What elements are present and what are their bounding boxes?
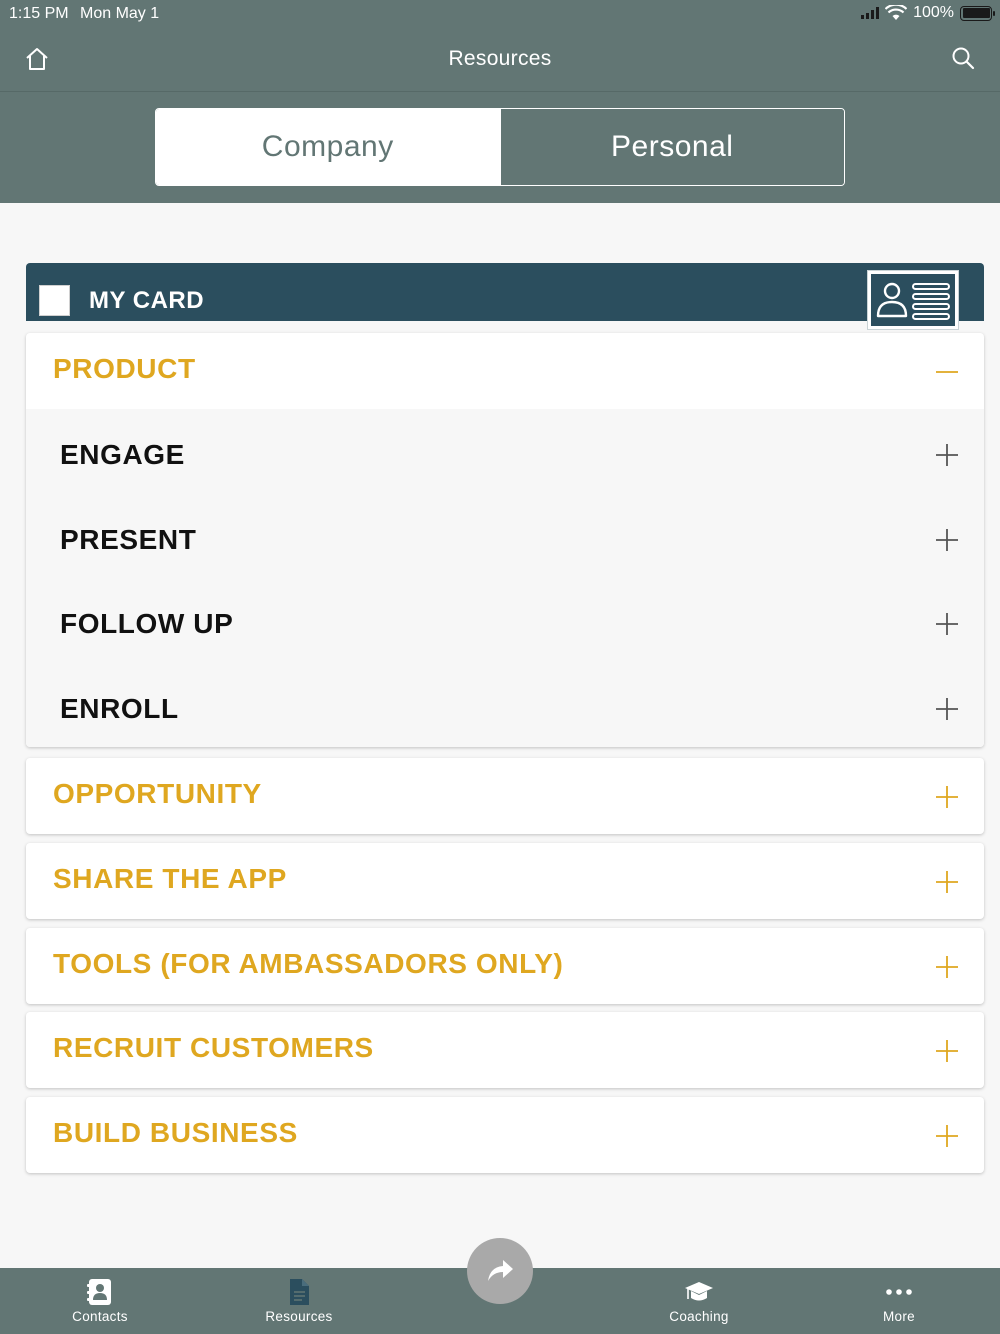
sub-item-enroll[interactable]: ENROLL bbox=[26, 663, 984, 748]
tab-coaching[interactable]: Coaching bbox=[619, 1268, 779, 1334]
accordion-product: PRODUCT ENGAGE PRESENT FOLLOW UP ENROLL bbox=[26, 333, 984, 747]
accordion-build-business[interactable]: BUILD BUSINESS bbox=[26, 1097, 984, 1173]
tab-label: Resources bbox=[265, 1309, 333, 1324]
accordion-title: SHARE THE APP bbox=[53, 863, 287, 894]
header: 1:15 PM Mon May 1 100% Resources Company… bbox=[0, 0, 1000, 203]
share-button[interactable] bbox=[467, 1238, 533, 1304]
plus-icon[interactable] bbox=[934, 442, 960, 468]
search-icon[interactable] bbox=[951, 46, 975, 70]
plus-icon[interactable] bbox=[934, 611, 960, 637]
page-title: Resources bbox=[448, 47, 552, 70]
plus-icon[interactable] bbox=[934, 784, 960, 810]
plus-icon[interactable] bbox=[934, 696, 960, 722]
accordion-header-product[interactable]: PRODUCT bbox=[26, 333, 984, 409]
status-time: 1:15 PM bbox=[9, 5, 69, 22]
wifi-icon bbox=[885, 5, 908, 20]
product-sub-list: ENGAGE PRESENT FOLLOW UP ENROLL bbox=[26, 409, 984, 747]
more-dots-icon bbox=[886, 1289, 912, 1295]
tab-label: More bbox=[883, 1309, 915, 1324]
accordion-title: BUILD BUSINESS bbox=[53, 1117, 298, 1148]
accordion-recruit-customers[interactable]: RECRUIT CUSTOMERS bbox=[26, 1012, 984, 1088]
signal-icon bbox=[861, 7, 880, 19]
status-bar: 1:15 PM Mon May 1 100% bbox=[0, 0, 1000, 28]
share-arrow-icon bbox=[488, 1260, 513, 1281]
accordion-header-share-the-app[interactable]: SHARE THE APP bbox=[26, 843, 984, 919]
accordion-title: RECRUIT CUSTOMERS bbox=[53, 1032, 374, 1063]
accordion-share-the-app[interactable]: SHARE THE APP bbox=[26, 843, 984, 919]
battery-icon bbox=[960, 5, 995, 21]
tab-label: Contacts bbox=[72, 1309, 128, 1324]
sub-item-label: PRESENT bbox=[60, 523, 197, 555]
accordion-header-opportunity[interactable]: OPPORTUNITY bbox=[26, 758, 984, 834]
tab-contacts[interactable]: Contacts bbox=[20, 1268, 180, 1334]
sub-item-engage[interactable]: ENGAGE bbox=[26, 409, 984, 494]
segment-company[interactable]: Company bbox=[156, 109, 500, 185]
accordion-title: OPPORTUNITY bbox=[53, 778, 262, 809]
accordion-title: TOOLS (FOR AMBASSADORS ONLY) bbox=[53, 948, 564, 979]
sub-item-label: ENROLL bbox=[60, 692, 179, 724]
status-indicators: 100% bbox=[861, 4, 995, 22]
business-card-icon[interactable] bbox=[868, 271, 958, 329]
tab-more[interactable]: More bbox=[819, 1268, 979, 1334]
accordion-opportunity[interactable]: OPPORTUNITY bbox=[26, 758, 984, 834]
battery-percent: 100% bbox=[913, 4, 954, 21]
my-card-label: MY CARD bbox=[89, 287, 205, 314]
sub-item-label: FOLLOW UP bbox=[60, 608, 234, 639]
plus-icon[interactable] bbox=[934, 1123, 960, 1149]
segmented-control: Company Personal bbox=[155, 108, 845, 186]
plus-icon[interactable] bbox=[934, 527, 960, 553]
my-card-bar[interactable]: MY CARD bbox=[26, 263, 984, 329]
accordion-title: PRODUCT bbox=[53, 353, 196, 384]
contacts-icon bbox=[87, 1279, 111, 1305]
graduation-cap-icon bbox=[685, 1282, 713, 1301]
plus-icon[interactable] bbox=[934, 1038, 960, 1064]
sub-item-label: ENGAGE bbox=[60, 439, 185, 470]
plus-icon[interactable] bbox=[934, 869, 960, 895]
minus-icon[interactable] bbox=[934, 359, 960, 385]
accordion-header-build-business[interactable]: BUILD BUSINESS bbox=[26, 1097, 984, 1173]
tab-label: Coaching bbox=[669, 1309, 729, 1324]
my-card-checkbox[interactable] bbox=[39, 285, 70, 316]
status-date: Mon May 1 bbox=[80, 5, 160, 22]
plus-icon[interactable] bbox=[934, 954, 960, 980]
accordion-header-recruit-customers[interactable]: RECRUIT CUSTOMERS bbox=[26, 1012, 984, 1088]
accordion-tools[interactable]: TOOLS (FOR AMBASSADORS ONLY) bbox=[26, 928, 984, 1004]
segment-personal[interactable]: Personal bbox=[499, 109, 844, 185]
nav-bar: Resources bbox=[0, 28, 1000, 92]
tab-resources[interactable]: Resources bbox=[219, 1268, 379, 1334]
sub-item-present[interactable]: PRESENT bbox=[26, 494, 984, 579]
accordion-header-tools[interactable]: TOOLS (FOR AMBASSADORS ONLY) bbox=[26, 928, 984, 1004]
document-icon bbox=[290, 1279, 309, 1305]
sub-item-follow-up[interactable]: FOLLOW UP bbox=[26, 578, 984, 663]
